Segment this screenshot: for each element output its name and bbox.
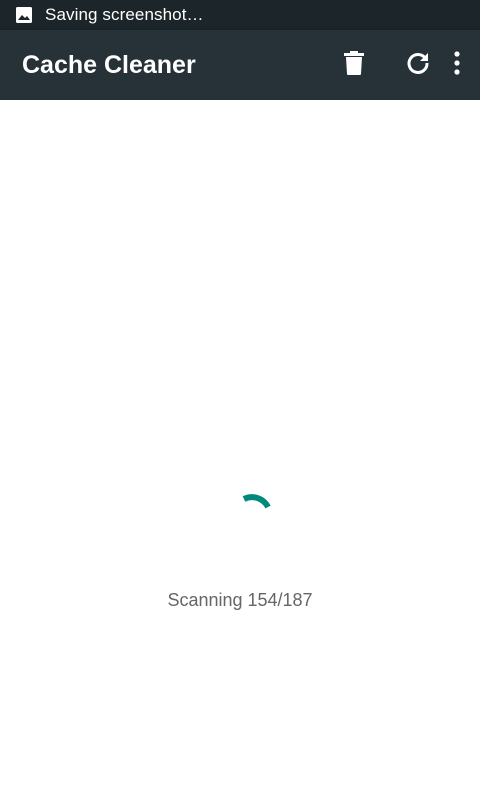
main-content: Scanning 154/187 — [0, 100, 480, 800]
loading-spinner-icon — [226, 478, 282, 534]
app-title: Cache Cleaner — [22, 50, 196, 79]
app-bar: Cache Cleaner — [0, 30, 480, 100]
status-bar: Saving screenshot… — [0, 0, 480, 30]
scan-status-text: Scanning 154/187 — [167, 590, 313, 610]
notification-text: Saving screenshot… — [45, 5, 204, 24]
more-options-button[interactable] — [442, 41, 472, 89]
trash-icon — [343, 50, 365, 81]
refresh-icon — [405, 50, 431, 81]
image-icon — [15, 6, 33, 24]
refresh-button[interactable] — [394, 41, 442, 89]
delete-button[interactable] — [330, 41, 378, 89]
more-vert-icon — [453, 50, 461, 80]
